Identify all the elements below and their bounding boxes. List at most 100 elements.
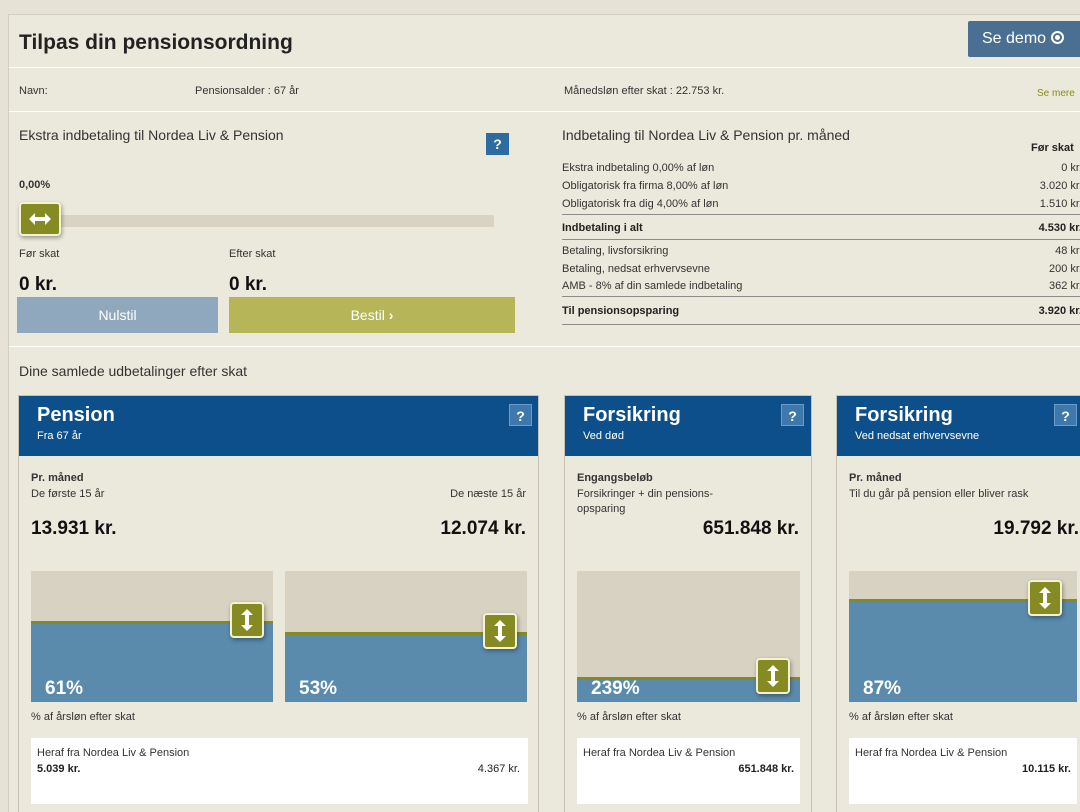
- table-row-total: Indbetaling i alt 4.530 kr.: [562, 222, 1080, 234]
- info-row: Navn: Pensionsalder : 67 år Månedsløn ef…: [9, 69, 1080, 112]
- slider-value: 0,00%: [19, 179, 51, 191]
- disability-gauge-note: % af årsløn efter skat: [849, 711, 953, 723]
- table-row-total: Til pensionsopsparing 3.920 kr.: [562, 305, 1080, 317]
- table-row: Betaling, livsforsikring 48 kr.: [562, 245, 1080, 257]
- vertical-arrows-icon: [767, 665, 779, 687]
- death-gauge-note: % af årsløn efter skat: [577, 711, 681, 723]
- name-label: Navn:: [19, 85, 48, 97]
- row-label: Ekstra indbetaling 0,00% af løn: [562, 162, 715, 174]
- reset-button[interactable]: Nulstil: [17, 297, 218, 333]
- row-label: Til pensionsopsparing: [562, 305, 680, 317]
- see-more-link[interactable]: Se mere: [1037, 88, 1075, 99]
- disability-amount: 19.792 kr.: [993, 518, 1079, 539]
- vertical-arrows-icon: [241, 609, 253, 631]
- vertical-arrows-icon: [494, 620, 506, 642]
- row-value: 3.920 kr.: [1038, 305, 1080, 317]
- disability-insurance-card: Forsikring Ved nedsat erhvervsevne ? Pr.…: [836, 395, 1080, 812]
- before-tax-label: Før skat: [19, 248, 60, 260]
- table-row: Obligatorisk fra dig 4,00% af løn 1.510 k…: [562, 198, 1080, 210]
- row-value: 0 kr.: [1061, 162, 1080, 174]
- disability-handle[interactable]: [1028, 580, 1062, 616]
- pension-period-label: Pr. måned: [31, 472, 84, 484]
- row-label: Betaling, livsforsikring: [562, 245, 669, 257]
- extra-payment-title: Ekstra indbetaling til Nordea Liv & Pens…: [19, 127, 284, 143]
- death-nordea-box: Heraf fra Nordea Liv & Pension 651.848 k…: [577, 738, 800, 804]
- disability-nordea-value: 10.115 kr.: [1022, 763, 1071, 775]
- death-insurance-card: Forsikring Ved død ? Engangsbeløb Forsik…: [564, 395, 812, 812]
- extra-slider-handle[interactable]: [19, 202, 61, 236]
- divider: [562, 214, 1080, 215]
- see-demo-label: Se demo: [982, 30, 1047, 47]
- pension-gauge-note: % af årsløn efter skat: [31, 711, 135, 723]
- payments-title: Indbetaling til Nordea Liv & Pension pr.…: [562, 127, 850, 143]
- see-demo-button[interactable]: Se demo: [968, 21, 1080, 57]
- horizontal-arrows-icon: [29, 213, 51, 225]
- next-years-amount: 12.074 kr.: [440, 518, 526, 539]
- death-help-icon[interactable]: ?: [781, 404, 804, 426]
- pension-card-header: Pension Fra 67 år ?: [19, 396, 538, 456]
- death-amount: 651.848 kr.: [702, 518, 799, 539]
- table-row: Obligatorisk fra firma 8,00% af løn 3.020…: [562, 180, 1080, 192]
- order-button[interactable]: Bestil ›: [229, 297, 515, 333]
- next-years-handle[interactable]: [483, 613, 517, 649]
- pension-card-subtitle: Fra 67 år: [37, 430, 82, 442]
- pension-nordea-first: 5.039 kr.: [37, 763, 81, 775]
- row-value: 1.510 kr.: [1039, 198, 1080, 210]
- row-label: Indbetaling i alt: [562, 222, 643, 234]
- disability-nordea-label: Heraf fra Nordea Liv & Pension: [855, 747, 1008, 759]
- row-label: Obligatorisk fra firma 8,00% af løn: [562, 180, 729, 192]
- table-row: AMB - 8% af din samlede indbetaling 362 k…: [562, 280, 1080, 292]
- extra-slider-track[interactable]: [39, 215, 494, 227]
- row-value: 48 kr.: [1055, 245, 1080, 257]
- page-header: Tilpas din pensionsordning Se demo: [9, 15, 1080, 68]
- row-label: Betaling, nedsat erhvervsevne: [562, 263, 710, 275]
- disability-period-label: Pr. måned: [849, 472, 902, 484]
- death-card-title: Forsikring: [583, 404, 681, 426]
- death-period-label: Engangsbeløb: [577, 472, 653, 484]
- death-handle[interactable]: [756, 658, 790, 694]
- table-row: Betaling, nedsat erhvervsevne 200 kr.: [562, 263, 1080, 275]
- disability-card-header: Forsikring Ved nedsat erhvervsevne ?: [837, 396, 1080, 456]
- divider: [562, 239, 1080, 240]
- row-label: Obligatorisk fra dig 4,00% af løn: [562, 198, 719, 210]
- after-tax-amount: 0 kr.: [229, 274, 268, 295]
- pension-page: Tilpas din pensionsordning Se demo Navn:…: [8, 14, 1080, 812]
- pension-help-icon[interactable]: ?: [509, 404, 532, 426]
- next-years-label: De næste 15 år: [450, 488, 526, 500]
- disability-nordea-box: Heraf fra Nordea Liv & Pension 10.115 kr…: [849, 738, 1077, 804]
- death-percent: 239%: [591, 678, 640, 699]
- pension-age: Pensionsalder : 67 år: [195, 85, 299, 97]
- first-years-percent: 61%: [45, 678, 84, 699]
- row-value: 362 kr.: [1048, 280, 1080, 292]
- disability-card-title: Forsikring: [855, 404, 953, 426]
- disability-desc: Til du går på pension eller bliver rask: [849, 488, 1029, 500]
- vertical-arrows-icon: [1039, 587, 1051, 609]
- disability-card-subtitle: Ved nedsat erhvervsevne: [855, 430, 980, 442]
- after-tax-label: Efter skat: [229, 248, 276, 260]
- order-label: Bestil: [350, 307, 385, 323]
- monthly-salary: Månedsløn efter skat : 22.753 kr.: [564, 85, 725, 97]
- death-desc: Forsikringer + din pensions-opsparing: [577, 488, 714, 515]
- death-nordea-label: Heraf fra Nordea Liv & Pension: [583, 747, 736, 759]
- play-circle-icon: [1051, 31, 1065, 44]
- pension-card: Pension Fra 67 år ? Pr. måned De første …: [18, 395, 539, 812]
- first-years-label: De første 15 år: [31, 488, 105, 500]
- divider: [562, 296, 1080, 297]
- first-years-amount: 13.931 kr.: [31, 518, 117, 539]
- disability-help-icon[interactable]: ?: [1054, 404, 1077, 426]
- row-value: 4.530 kr.: [1038, 222, 1080, 234]
- first-years-handle[interactable]: [230, 602, 264, 638]
- pension-nordea-label: Heraf fra Nordea Liv & Pension: [37, 747, 190, 759]
- before-tax-amount: 0 kr.: [19, 274, 58, 295]
- row-label: AMB - 8% af din samlede indbetaling: [562, 280, 743, 292]
- row-value: 200 kr.: [1048, 263, 1080, 275]
- chevron-right-icon: ›: [388, 307, 394, 323]
- extra-help-icon[interactable]: ?: [486, 133, 509, 155]
- payouts-title: Dine samlede udbetalinger efter skat: [19, 363, 248, 379]
- death-nordea-value: 651.848 kr.: [738, 763, 794, 775]
- pension-card-title: Pension: [37, 404, 115, 426]
- next-years-percent: 53%: [299, 678, 338, 699]
- row-value: 3.020 kr.: [1039, 180, 1080, 192]
- table-row: Ekstra indbetaling 0,00% af løn 0 kr.: [562, 162, 1080, 174]
- column-header-before-tax: Før skat: [1031, 142, 1074, 154]
